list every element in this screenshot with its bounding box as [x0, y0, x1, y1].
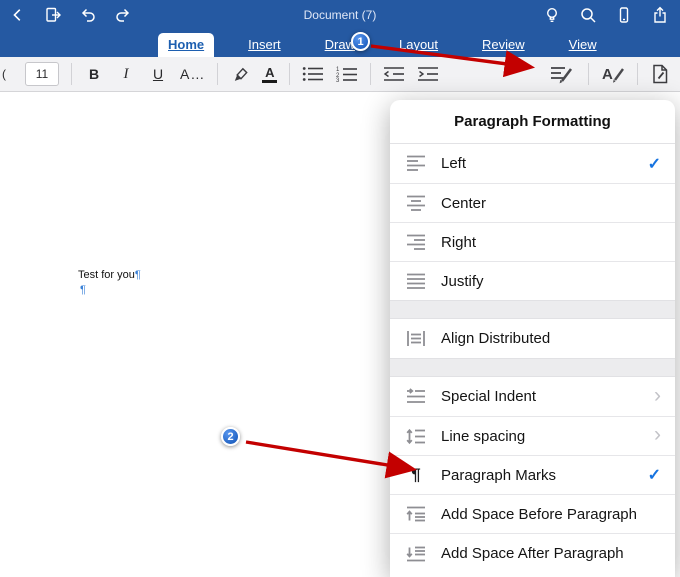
italic-button[interactable]: I — [116, 61, 136, 87]
font-name-box-partial[interactable]: ( — [0, 67, 13, 81]
share-icon[interactable] — [650, 5, 670, 25]
titlebar-right-group — [542, 0, 670, 30]
document-text-line: Test for you¶ — [78, 269, 141, 281]
increase-indent-button[interactable] — [417, 61, 439, 87]
align-center-icon — [404, 195, 428, 212]
menu-item-label: Paragraph Marks — [441, 466, 557, 484]
menu-item-label: Right — [441, 233, 477, 251]
tab-review[interactable]: Review — [472, 33, 535, 57]
menu-section-paragraph: Special Indent › Line spacing › ¶ Paragr… — [390, 377, 675, 572]
menu-item-label: Add Space Before Paragraph — [441, 505, 637, 523]
formatting-toolbar: ( 11 B I U A… A 123 A — [0, 57, 680, 92]
menu-item-label: Add Space After Paragraph — [441, 544, 624, 562]
more-formatting-button[interactable]: A… — [180, 61, 205, 87]
document-text: Test for you — [78, 269, 135, 281]
undo-icon[interactable] — [78, 5, 98, 25]
toolbar-separator — [217, 63, 219, 85]
menu-item-add-space-after[interactable]: Add Space After Paragraph — [390, 533, 675, 572]
menu-item-center[interactable]: Center — [390, 183, 675, 222]
menu-item-special-indent[interactable]: Special Indent › — [390, 377, 675, 416]
check-icon: ✓ — [647, 467, 661, 484]
toolbar-separator — [588, 63, 589, 85]
font-color-button[interactable]: A — [262, 64, 278, 83]
check-icon: ✓ — [647, 155, 661, 173]
format-document-icon[interactable] — [650, 61, 670, 87]
tab-home[interactable]: Home — [158, 33, 215, 57]
titlebar-left-group — [8, 0, 133, 30]
numbering-button[interactable]: 123 — [336, 61, 358, 87]
special-indent-icon — [404, 388, 428, 405]
export-document-icon[interactable] — [43, 5, 63, 25]
mobile-view-icon[interactable] — [614, 5, 634, 25]
align-left-icon — [404, 155, 428, 172]
bold-button[interactable]: B — [84, 61, 104, 87]
paragraph-mark: ¶ — [134, 269, 141, 281]
toolbar-separator — [370, 63, 372, 85]
menu-item-add-space-before[interactable]: Add Space Before Paragraph — [390, 494, 675, 533]
tab-layout[interactable]: Layout — [389, 33, 448, 57]
toolbar-right-group: A — [550, 61, 670, 87]
word-app-window: Document (7) Home Insert Draw Layout Rev… — [0, 0, 680, 577]
decrease-indent-button[interactable] — [383, 61, 405, 87]
menu-item-right[interactable]: Right — [390, 222, 675, 261]
menu-section-distributed: Align Distributed — [390, 319, 675, 358]
svg-text:A: A — [602, 66, 613, 83]
menu-title: Paragraph Formatting — [390, 100, 675, 144]
toolbar-separator — [71, 63, 72, 85]
annotation-badge-2: 2 — [221, 427, 240, 446]
toolbar-separator — [289, 63, 291, 85]
menu-item-left[interactable]: Left ✓ — [390, 144, 675, 183]
menu-item-label: Special Indent — [441, 388, 537, 405]
tab-insert[interactable]: Insert — [238, 33, 291, 57]
highlighter-button[interactable] — [230, 61, 250, 87]
menu-item-label: Center — [441, 194, 487, 212]
back-icon[interactable] — [8, 5, 28, 25]
font-color-bar — [262, 79, 278, 83]
annotation-badge-1: 1 — [351, 32, 370, 51]
redo-icon[interactable] — [113, 5, 133, 25]
menu-section-gap — [390, 358, 675, 377]
menu-item-paragraph-marks[interactable]: ¶ Paragraph Marks ✓ — [390, 455, 675, 494]
paragraph-formatting-button[interactable] — [550, 61, 576, 87]
toolbar-separator — [637, 63, 638, 85]
paragraph-mark-line2: ¶ — [80, 284, 86, 296]
svg-text:3: 3 — [336, 78, 340, 82]
add-space-after-icon — [404, 545, 428, 562]
menu-item-justify[interactable]: Justify — [390, 261, 675, 300]
ideas-lightbulb-icon[interactable] — [542, 5, 562, 25]
font-color-letter: A — [265, 64, 275, 80]
chevron-right-icon: › — [654, 383, 661, 407]
menu-item-line-spacing[interactable]: Line spacing › — [390, 416, 675, 455]
align-justify-icon — [404, 273, 428, 290]
add-space-before-icon — [404, 506, 428, 523]
title-bar: Document (7) — [0, 0, 680, 30]
line-spacing-icon — [404, 428, 428, 445]
align-distributed-icon — [404, 330, 428, 347]
menu-item-label: Align Distributed — [441, 330, 551, 347]
menu-section-alignment: Left ✓ Center Right Justify — [390, 144, 675, 300]
text-styles-button[interactable]: A — [601, 61, 625, 87]
align-right-icon — [404, 234, 428, 251]
menu-section-gap — [390, 300, 675, 319]
chevron-right-icon: › — [654, 423, 661, 446]
ribbon-tabs: Home Insert Draw Layout Review View — [0, 30, 680, 57]
menu-item-label: Left — [441, 155, 467, 172]
bullets-button[interactable] — [302, 61, 324, 87]
tab-view[interactable]: View — [559, 33, 607, 57]
underline-button[interactable]: U — [148, 61, 168, 87]
pilcrow-icon: ¶ — [411, 465, 421, 484]
paragraph-formatting-menu: Paragraph Formatting Left ✓ Center Right — [390, 100, 675, 577]
search-icon[interactable] — [578, 5, 598, 25]
menu-item-label: Line spacing — [441, 427, 526, 445]
menu-item-align-distributed[interactable]: Align Distributed — [390, 319, 675, 358]
font-size-box[interactable]: 11 — [25, 62, 59, 86]
menu-item-label: Justify — [441, 272, 484, 290]
